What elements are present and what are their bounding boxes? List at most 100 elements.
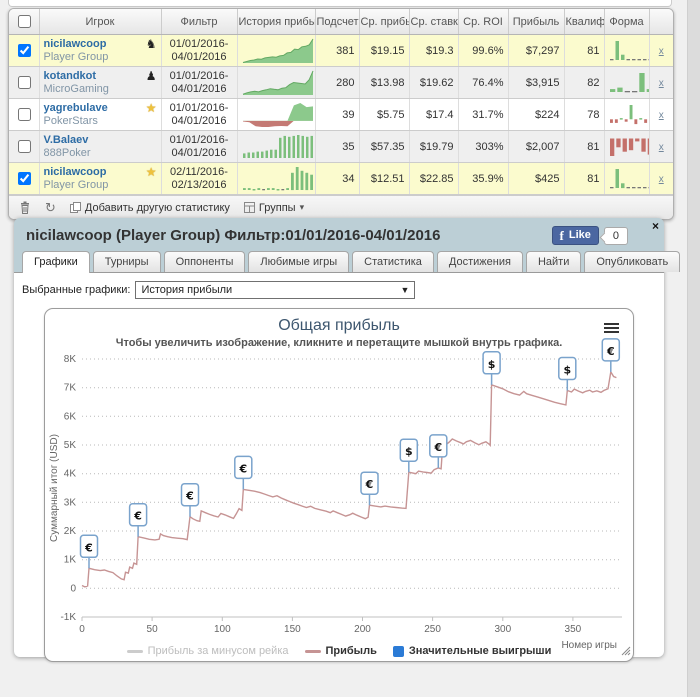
significant-win-marker[interactable]: €: [601, 338, 621, 372]
significant-win-marker[interactable]: €: [180, 482, 200, 517]
table-row: ♟ kotandkot MicroGaming 01/01/2016-04/01…: [9, 66, 673, 99]
tab-favorite-games[interactable]: Любимые игры: [248, 251, 350, 272]
groups-button[interactable]: Группы ▾: [243, 202, 304, 214]
player-name-link[interactable]: yagrebulave: [44, 102, 157, 115]
svg-text:4K: 4K: [64, 469, 77, 480]
add-statistic-label: Добавить другую статистику: [84, 201, 230, 214]
svg-text:150: 150: [284, 624, 301, 635]
legend-item[interactable]: Значительные выигрыши: [392, 645, 551, 657]
table-row: ♞ nicilawcoop Player Group 01/01/2016-04…: [9, 34, 673, 67]
legend-item[interactable]: Прибыль за минусом рейка: [126, 645, 289, 657]
trash-icon[interactable]: [19, 201, 31, 214]
legend-label: Прибыль за минусом рейка: [147, 645, 289, 657]
charts-select[interactable]: История прибыли ▼: [135, 281, 416, 299]
svg-text:2K: 2K: [64, 526, 77, 537]
avg-profit-cell: $19.15: [359, 34, 410, 67]
page-scrollbar[interactable]: [687, 0, 700, 697]
star-badge-icon: ★: [145, 101, 157, 115]
tab-tournaments[interactable]: Турниры: [92, 251, 161, 272]
profit-cell: $425: [508, 162, 565, 195]
facebook-like-count: 0: [603, 226, 628, 245]
legend-label: Прибыль: [325, 645, 377, 657]
form-sparkline: [604, 130, 650, 163]
svg-text:$: $: [563, 364, 571, 377]
refresh-icon[interactable]: ↻: [45, 200, 56, 216]
col-profit[interactable]: Прибыль: [508, 9, 565, 35]
col-form[interactable]: Форма: [604, 9, 650, 35]
significant-win-marker[interactable]: €: [360, 471, 379, 506]
remove-row-link[interactable]: x: [659, 174, 664, 185]
profit-chart-plot[interactable]: 8K 7K 6K 5K 4K 3K 2K 1K 0 -1K 0 50 100 150 200 250 300 35…: [45, 338, 633, 645]
svg-text:3K: 3K: [64, 497, 77, 508]
significant-win-marker[interactable]: €: [234, 455, 253, 490]
row-checkbox[interactable]: [17, 172, 31, 185]
resize-handle-icon[interactable]: [621, 646, 631, 659]
count-cell: 35: [315, 130, 360, 163]
significant-win-marker[interactable]: €: [429, 434, 448, 468]
remove-row-link[interactable]: x: [659, 110, 664, 121]
svg-text:€: €: [238, 462, 247, 475]
top-page-strip: [8, 0, 672, 7]
row-checkbox[interactable]: [17, 140, 31, 153]
select-all-checkbox[interactable]: [17, 15, 31, 28]
add-statistic-button[interactable]: Добавить другую статистику: [69, 201, 230, 214]
svg-text:350: 350: [565, 624, 582, 635]
remove-row-cell: x: [649, 130, 673, 163]
legend-item[interactable]: Прибыль: [304, 645, 377, 657]
significant-win-marker[interactable]: $: [558, 356, 577, 391]
col-filter[interactable]: Фильтр: [161, 9, 238, 35]
avg-profit-cell: $57.35: [359, 130, 410, 163]
tab-publish[interactable]: Опубликовать: [584, 251, 681, 272]
svg-text:7K: 7K: [64, 383, 77, 394]
tab-find[interactable]: Найти: [525, 251, 582, 272]
tab-opponents[interactable]: Оппоненты: [163, 251, 246, 272]
player-name-link[interactable]: nicilawcoop: [44, 38, 157, 51]
svg-text:€: €: [365, 478, 374, 491]
count-cell: 34: [315, 162, 360, 195]
charts-select-label: Выбранные графики:: [22, 284, 131, 296]
significant-win-marker[interactable]: €: [128, 502, 148, 537]
remove-row-link[interactable]: x: [659, 46, 664, 57]
col-avg-profit[interactable]: Ср. прибы: [359, 9, 410, 35]
dark-figure-icon: ♞: [145, 37, 157, 51]
significant-win-marker[interactable]: €: [79, 534, 99, 569]
row-checkbox[interactable]: [17, 44, 31, 57]
avg-stake-cell: $19.79: [409, 130, 459, 163]
row-checkbox[interactable]: [17, 76, 31, 89]
significant-win-marker[interactable]: $: [399, 438, 419, 473]
col-avg-stake[interactable]: Ср. ставк:: [409, 9, 459, 35]
col-player[interactable]: Игрок: [39, 9, 162, 35]
player-name-link[interactable]: V.Balaev: [44, 134, 157, 147]
tab-statistics[interactable]: Статистика: [352, 251, 434, 272]
history-sparkline: [237, 66, 316, 99]
player-detail-panel: × nicilawcoop (Player Group) Фильтр:01/0…: [14, 218, 681, 662]
count-cell: 39: [315, 98, 360, 131]
history-sparkline: [237, 130, 316, 163]
profit-chart-card: Общая прибыль Чтобы увеличить изображени…: [44, 308, 634, 662]
row-checkbox[interactable]: [17, 108, 31, 121]
chart-menu-icon[interactable]: [604, 321, 619, 335]
col-history[interactable]: История прибы: [237, 9, 316, 35]
tab-achievements[interactable]: Достижения: [436, 251, 523, 272]
svg-text:50: 50: [147, 624, 159, 635]
facebook-like-button[interactable]: f Like: [551, 226, 599, 245]
tab-charts[interactable]: Графики: [22, 251, 90, 273]
col-count[interactable]: Подсчет: [315, 9, 360, 35]
avg-roi-cell: 76.4%: [458, 66, 509, 99]
qualified-cell: 81: [564, 130, 605, 163]
profit-cell: $2,007: [508, 130, 565, 163]
player-name-link[interactable]: nicilawcoop: [44, 166, 157, 179]
svg-text:250: 250: [424, 624, 441, 635]
col-avg-roi[interactable]: Ср. ROI: [458, 9, 509, 35]
facebook-widget: f Like 0: [551, 226, 628, 245]
close-icon[interactable]: ×: [652, 219, 659, 233]
x-axis-title: Номер игры: [561, 640, 617, 651]
col-qualified[interactable]: Квалиф: [564, 9, 605, 35]
remove-row-cell: x: [649, 98, 673, 131]
player-name-link[interactable]: kotandkot: [44, 70, 157, 83]
significant-win-marker[interactable]: $: [482, 351, 501, 385]
groups-grid-icon: [243, 202, 255, 213]
profit-cell: $3,915: [508, 66, 565, 99]
remove-row-link[interactable]: x: [659, 78, 664, 89]
remove-row-link[interactable]: x: [659, 142, 664, 153]
